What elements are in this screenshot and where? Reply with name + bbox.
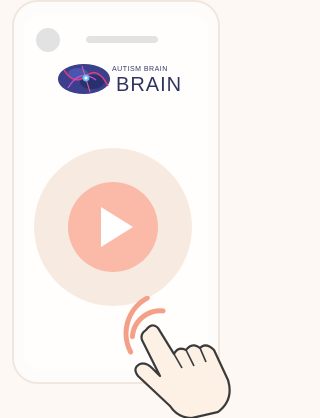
play-button[interactable] [68, 182, 158, 272]
speaker-icon [86, 36, 158, 43]
camera-dot-icon [36, 28, 60, 52]
tap-hand-icon [123, 296, 231, 418]
play-icon [101, 207, 133, 247]
logo-title: BRAIN [116, 74, 183, 96]
logo-tagline: AUTISM BRAIN [112, 66, 168, 73]
brain-logo-icon [58, 64, 110, 94]
app-logo: AUTISM BRAIN BRAIN [56, 60, 184, 98]
